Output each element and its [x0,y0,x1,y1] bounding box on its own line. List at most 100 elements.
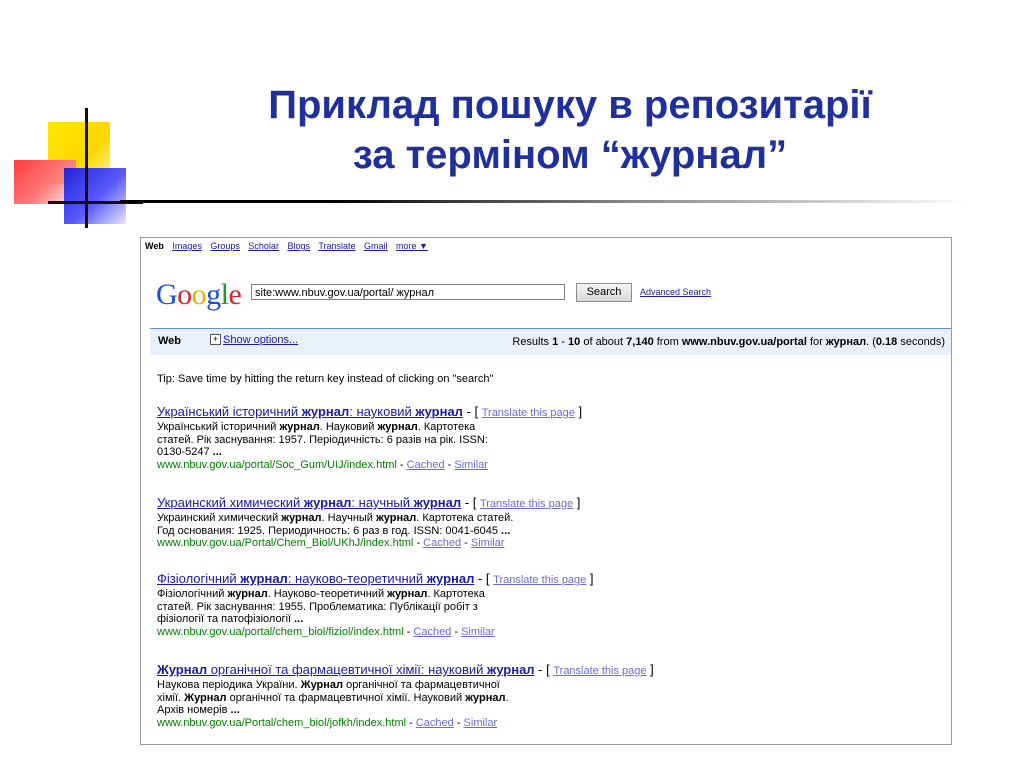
snippet-line: Украинский химический журнал. Научный жу… [157,512,514,524]
result-title-row: Журнал органічної та фармацевтичної хімі… [157,662,717,679]
result-bracket-open: - [ [474,571,494,586]
nav-link-groups[interactable]: Groups [210,241,240,251]
snippet-line: Український історичний журнал. Науковий … [157,421,476,433]
result-snippet: Наукова періодика України. Журнал органі… [157,679,717,717]
translate-page-link[interactable]: Translate this page [482,407,575,419]
result-url-row: www.nbuv.gov.ua/portal/chem_biol/fiziol/… [157,626,717,639]
snippet-line: хімії. Журнал органічної та фармацевтичн… [157,691,509,704]
results-stats: Results 1 - 10 of about 7,140 from www.n… [512,336,945,348]
cached-link[interactable]: Cached [416,717,454,729]
search-result: Украинский химический журнал: научный жу… [157,495,717,550]
google-top-nav: Web Images Groups Scholar Blogs Translat… [145,241,434,251]
cached-link[interactable]: Cached [407,459,445,471]
search-tip: Tip: Save time by hitting the return key… [157,373,494,385]
result-bracket-close: ] [586,571,594,586]
results-bar: Web + Show options... Results 1 - 10 of a… [150,328,951,355]
slide-title: Приклад пошуку в репозитарії за терміном… [150,80,990,180]
logo-letter: g [206,278,221,311]
nav-link-more[interactable]: more ▼ [396,241,428,251]
result-title-link[interactable]: Фізіологічний журнал: науково-теоретични… [157,571,474,586]
nav-current-web: Web [145,241,164,251]
search-result: Фізіологічний журнал: науково-теоретични… [157,571,717,638]
logo-letter: G [156,278,178,311]
result-title-link[interactable]: Украинский химический журнал: научный жу… [157,495,461,510]
slide-title-line-1: Приклад пошуку в репозитарії [268,83,872,127]
url-separator: - [413,537,424,549]
url-separator: - [403,625,414,638]
show-options-link[interactable]: + Show options... [210,334,298,346]
logo-letter: e [228,278,242,311]
stats-total: 7,140 [626,336,654,348]
snippet-line: Год основания: 1925. Периодичность: 6 ра… [157,524,511,537]
slide-title-line-2: за терміном “журнал” [352,133,788,177]
decor-blue-square [64,168,126,224]
similar-link[interactable]: Similar [461,626,495,638]
result-bracket-close: ] [646,662,654,677]
logo-letter: l [220,278,229,311]
result-title-row: Украинский химический журнал: научный жу… [157,495,717,512]
result-url: www.nbuv.gov.ua/portal/chem_biol/fiziol/… [157,625,404,638]
stats-of-about: of about [580,336,627,348]
result-url: www.nbuv.gov.ua/portal/Soc_Gum/UIJ/index… [157,458,397,471]
snippet-line: статей. Рік заснування: 1957. Періодичні… [157,433,488,446]
stats-term: журнал [825,336,867,348]
stats-to: 10 [568,336,581,348]
result-title-link[interactable]: Журнал органічної та фармацевтичної хімі… [157,662,535,677]
decor-vertical-line [85,108,88,228]
nav-link-gmail[interactable]: Gmail [364,241,388,251]
result-url: www.nbuv.gov.ua/Portal/chem_biol/jofkh/i… [157,716,407,729]
stats-from-label: from [653,336,682,348]
result-bracket-open: - [ [461,495,480,510]
result-url-row: www.nbuv.gov.ua/Portal/chem_biol/jofkh/i… [157,717,717,730]
stats-seconds: seconds) [897,336,945,348]
show-options-label[interactable]: Show options... [223,334,298,346]
search-input[interactable]: site:www.nbuv.gov.ua/portal/ журнал [251,284,565,300]
search-button[interactable]: Search [576,283,632,302]
snippet-line: 0130-5247 ... [157,446,222,458]
similar-link[interactable]: Similar [471,537,505,549]
search-result: Журнал органічної та фармацевтичної хімі… [157,662,717,729]
advanced-search-link[interactable]: Advanced Search [640,287,711,297]
url-separator: - [461,537,471,549]
translate-page-link[interactable]: Translate this page [553,665,646,677]
search-screenshot: Web Images Groups Scholar Blogs Translat… [140,237,952,745]
result-title-link[interactable]: Український історичний журнал: науковий … [157,404,463,419]
result-bracket-close: ] [574,404,583,419]
snippet-line: Фізіологічний журнал. Науково-теоретични… [157,588,485,600]
stats-time: 0.18 [875,336,898,348]
result-title-row: Український історичний журнал: науковий … [157,404,717,421]
google-logo[interactable]: Google [156,278,242,312]
translate-page-link[interactable]: Translate this page [480,498,573,510]
cached-link[interactable]: Cached [413,626,451,638]
result-snippet: Украинский химический журнал. Научный жу… [157,512,717,537]
translate-page-link[interactable]: Translate this page [493,574,586,586]
url-separator: - [396,458,407,471]
result-snippet: Фізіологічний журнал. Науково-теоретични… [157,588,717,626]
nav-link-blogs[interactable]: Blogs [287,241,310,251]
results-bar-web-label: Web [158,335,182,347]
cached-link[interactable]: Cached [423,537,461,549]
result-bracket-open: - [ [534,662,554,677]
snippet-line: Архів номерів ... [157,704,240,716]
similar-link[interactable]: Similar [454,459,488,471]
result-url-row: www.nbuv.gov.ua/portal/Soc_Gum/UIJ/index… [157,459,717,472]
stats-dash: - [558,336,569,348]
stats-site: www.nbuv.gov.ua/portal [681,336,807,348]
search-result: Український історичний журнал: науковий … [157,404,717,471]
logo-letter: o [191,278,207,311]
logo-letter: o [177,278,192,311]
slide-decoration [0,100,160,230]
url-separator: - [406,716,416,729]
url-separator: - [453,716,464,729]
result-bracket-open: - [ [462,404,482,419]
nav-link-scholar[interactable]: Scholar [248,241,279,251]
similar-link[interactable]: Similar [464,717,498,729]
result-snippet: Український історичний журнал. Науковий … [157,421,717,459]
result-title-row: Фізіологічний журнал: науково-теоретични… [157,571,717,588]
nav-link-images[interactable]: Images [172,241,202,251]
title-divider [120,200,970,203]
result-url-row: www.nbuv.gov.ua/Portal/Chem_Biol/UKhJ/in… [157,537,717,550]
nav-link-translate[interactable]: Translate [318,241,355,251]
plus-icon[interactable]: + [210,334,221,345]
stats-prefix: Results [512,336,553,348]
